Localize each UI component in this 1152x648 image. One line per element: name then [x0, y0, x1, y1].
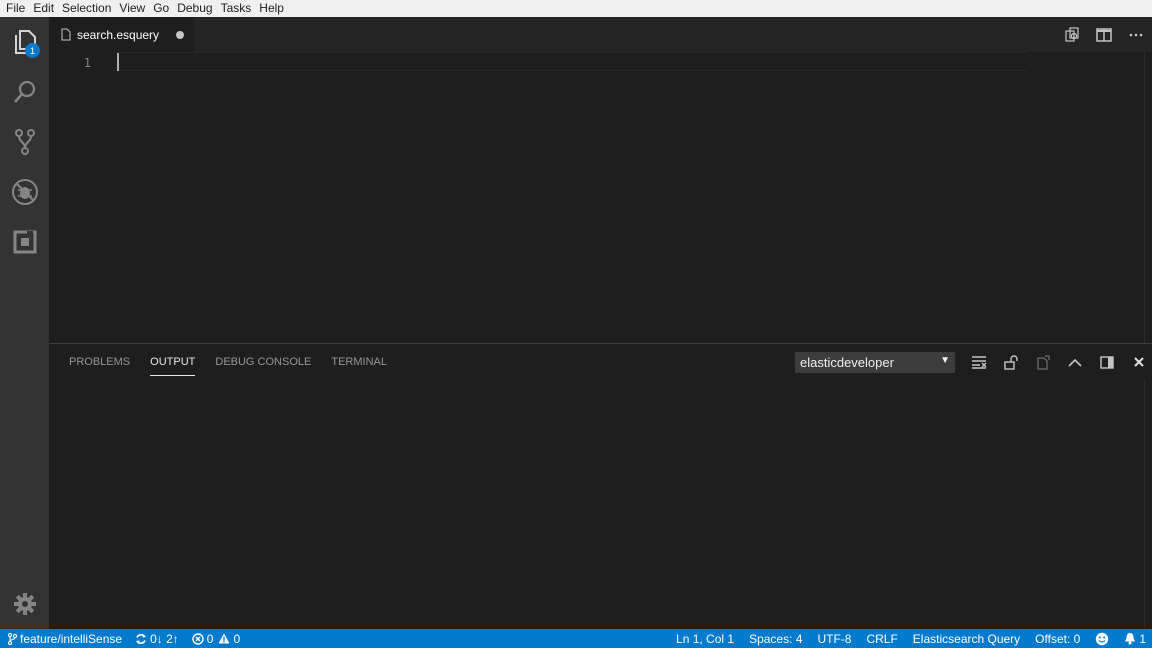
open-changes-button[interactable]	[1056, 17, 1088, 52]
more-actions-button[interactable]	[1120, 17, 1152, 52]
activity-debug[interactable]	[0, 167, 49, 217]
menubar: File Edit Selection View Go Debug Tasks …	[0, 0, 1152, 17]
dirty-indicator-icon[interactable]	[176, 31, 184, 39]
status-language[interactable]: Elasticsearch Query	[913, 632, 1020, 646]
status-bar: feature/intelliSense 0↓ 2↑ 0 0 Ln 1, Col…	[0, 629, 1152, 648]
status-notifications[interactable]: 1	[1124, 632, 1146, 646]
tab-search-esquery[interactable]: search.esquery	[49, 17, 194, 52]
menu-debug[interactable]: Debug	[173, 0, 216, 17]
chevron-up-icon	[1068, 358, 1082, 367]
toggle-panel-position-button[interactable]	[1091, 344, 1123, 380]
tab-terminal[interactable]: TERMINAL	[331, 344, 387, 380]
editor-actions	[1056, 17, 1152, 52]
panel-tabs: PROBLEMS OUTPUT DEBUG CONSOLE TERMINAL	[69, 344, 407, 380]
warning-count: 0	[233, 631, 241, 646]
split-editor-button[interactable]	[1088, 17, 1120, 52]
tab-label: search.esquery	[77, 27, 160, 42]
editor[interactable]: 1	[49, 52, 1152, 343]
close-panel-button[interactable]	[1123, 344, 1152, 380]
maximize-panel-button[interactable]	[1059, 344, 1091, 380]
unlock-icon	[1004, 354, 1018, 370]
clear-output-button[interactable]	[963, 344, 995, 380]
bell-icon	[1125, 633, 1136, 645]
menu-go[interactable]: Go	[149, 0, 173, 17]
activity-source-control[interactable]	[0, 117, 49, 167]
source-control-icon	[14, 129, 35, 155]
editor-scrollbar[interactable]	[1144, 52, 1152, 343]
bottom-panel: PROBLEMS OUTPUT DEBUG CONSOLE TERMINAL e…	[49, 343, 1152, 630]
warning-icon	[218, 633, 230, 644]
smiley-icon	[1096, 632, 1109, 645]
editor-tab-bar: search.esquery	[49, 17, 1152, 52]
search-icon	[13, 80, 35, 103]
open-log-file-icon	[1037, 354, 1050, 370]
branch-name: feature/intelliSense	[20, 631, 123, 646]
status-offset[interactable]: Offset: 0	[1035, 632, 1080, 646]
status-encoding[interactable]: UTF-8	[817, 632, 851, 646]
tab-debug-console[interactable]: DEBUG CONSOLE	[215, 344, 311, 380]
close-icon	[1134, 357, 1144, 367]
sync-icon	[136, 633, 147, 644]
dropdown-arrow-icon: ▼	[940, 355, 950, 366]
status-branch[interactable]: feature/intelliSense	[8, 632, 122, 646]
activity-search[interactable]	[0, 67, 49, 117]
panel-scrollbar[interactable]	[1144, 380, 1152, 630]
split-editor-icon	[1096, 27, 1112, 42]
open-changes-icon	[1065, 26, 1079, 42]
activity-extensions[interactable]	[0, 217, 49, 267]
git-branch-icon	[8, 632, 17, 645]
menu-file[interactable]: File	[2, 0, 29, 17]
error-count: 0	[206, 631, 214, 646]
status-indentation[interactable]: Spaces: 4	[749, 632, 802, 646]
menu-tasks[interactable]: Tasks	[217, 0, 256, 17]
clear-output-icon	[972, 356, 987, 369]
gear-icon	[13, 593, 36, 615]
tab-problems[interactable]: PROBLEMS	[69, 344, 130, 380]
menu-help[interactable]: Help	[255, 0, 288, 17]
open-log-file-button[interactable]	[1027, 344, 1059, 380]
menu-selection[interactable]: Selection	[58, 0, 115, 17]
status-sync[interactable]: 0↓ 2↑	[135, 632, 179, 646]
notification-count: 1	[1139, 631, 1146, 646]
explorer-badge: 1	[25, 43, 40, 58]
status-line-ending[interactable]: CRLF	[866, 632, 897, 646]
current-line-highlight	[113, 52, 1027, 71]
tab-output[interactable]: OUTPUT	[150, 344, 196, 380]
error-icon	[192, 632, 204, 645]
panel-actions	[963, 344, 1152, 380]
panel-position-icon	[1100, 355, 1114, 369]
status-cursor-position[interactable]: Ln 1, Col 1	[676, 632, 734, 646]
status-feedback[interactable]	[1095, 632, 1109, 646]
output-channel-label: elasticdeveloper	[800, 355, 894, 370]
more-icon	[1129, 33, 1143, 36]
line-number: 1	[83, 56, 91, 70]
status-problems[interactable]: 0 0	[192, 632, 240, 646]
file-icon	[61, 28, 71, 41]
menu-edit[interactable]: Edit	[29, 0, 58, 17]
text-cursor	[117, 53, 119, 71]
toggle-scroll-lock-button[interactable]	[995, 344, 1027, 380]
extensions-icon	[13, 230, 36, 254]
output-channel-select[interactable]: elasticdeveloper ▼	[795, 352, 955, 373]
activity-explorer[interactable]: 1	[0, 17, 49, 67]
sync-counts: 0↓ 2↑	[150, 631, 179, 646]
activity-bar: 1	[0, 17, 49, 629]
debug-icon	[11, 179, 38, 205]
activity-manage[interactable]	[0, 579, 49, 629]
menu-view[interactable]: View	[115, 0, 149, 17]
